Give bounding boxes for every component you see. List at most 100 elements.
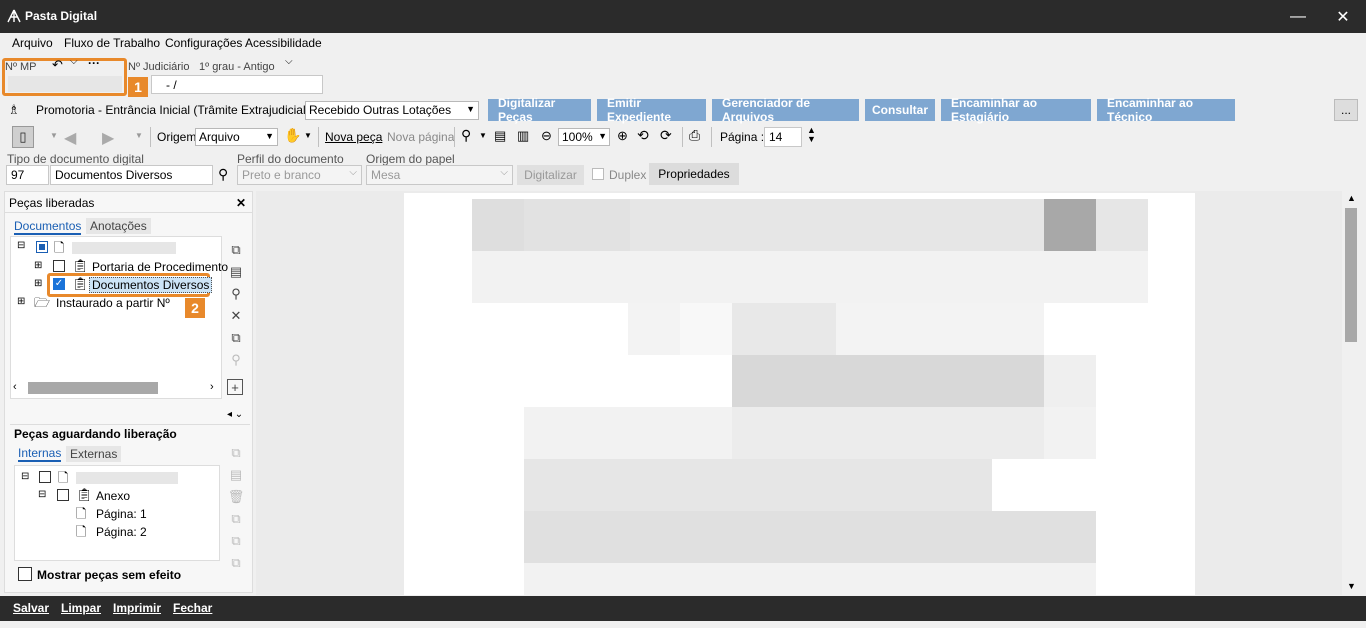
digitalizar-pecas-button[interactable]: Digitalizar Peças	[488, 96, 591, 124]
nmp-value-field[interactable]	[8, 76, 122, 92]
scroll-up-icon[interactable]: ▲	[1347, 193, 1356, 203]
duplex-checkbox[interactable]	[592, 168, 604, 180]
zoom-search-icon[interactable]: ⚲	[461, 127, 471, 144]
tree-action-icon-2[interactable]: ▤	[227, 263, 245, 281]
salvar-button[interactable]: Salvar	[13, 601, 49, 615]
consultar-button[interactable]: Consultar	[865, 99, 935, 121]
more-options-icon[interactable]: ···	[88, 56, 100, 70]
page-view-icon[interactable]: ▯	[12, 126, 34, 148]
minimize-button[interactable]: —	[1275, 0, 1321, 33]
root-checkbox[interactable]	[36, 241, 48, 253]
anexo-checkbox[interactable]	[57, 489, 69, 501]
undo-icon[interactable]: ↶	[52, 57, 63, 73]
tree-item-pagina-2[interactable]: Página: 2	[96, 525, 147, 539]
tree-item-anexo[interactable]: Anexo	[96, 489, 130, 503]
tree-item-pagina-1[interactable]: Página: 1	[96, 507, 147, 521]
tree-expander-instaurado[interactable]: ⊞	[17, 296, 25, 307]
tree-action-icon-3[interactable]: ⚲	[227, 285, 245, 303]
fechar-button[interactable]: Fechar	[173, 601, 212, 615]
tree-expander-root[interactable]: ⊟	[17, 240, 25, 251]
rotate-right-icon[interactable]: ⟳	[660, 127, 672, 144]
tipo-value-field[interactable]: Documentos Diversos	[50, 165, 213, 185]
perfil-dropdown[interactable]: Preto e branco ⌵	[237, 165, 362, 185]
diversos-checkbox[interactable]: ✓	[53, 278, 65, 290]
hand-chevron-icon[interactable]: ▼	[304, 131, 312, 140]
origem-dropdown[interactable]: Arquivo ▼	[195, 128, 278, 146]
scroll-left-icon[interactable]: ‹	[13, 381, 17, 393]
tab-externas[interactable]: Externas	[66, 446, 122, 462]
gerenciador-arquivos-button[interactable]: Gerenciador de Arquivos	[712, 96, 859, 124]
waiting-action-icon-5[interactable]: ⧉	[227, 554, 245, 572]
tree-item-portaria[interactable]: Portaria de Procedimento	[92, 260, 228, 274]
tree-action-icon-6[interactable]: ⚲	[227, 351, 245, 369]
tree-action-icon-4[interactable]: ✕	[227, 307, 245, 325]
next-arrow-icon[interactable]: ▶	[102, 128, 114, 148]
encaminhar-estagiario-button[interactable]: Encaminhar ao Estagiário	[941, 96, 1091, 124]
waiting-expander-anexo[interactable]: ⊟	[38, 489, 46, 500]
page-search-icon[interactable]: ⎙	[689, 127, 700, 144]
tree-item-instaurado[interactable]: Instaurado a partir Nº	[56, 296, 170, 310]
judiciario-field[interactable]: - /	[151, 75, 323, 94]
waiting-expander-root[interactable]: ⊟	[21, 471, 29, 482]
fit-page-icon[interactable]: ▥	[517, 128, 529, 144]
close-window-button[interactable]: ✕	[1320, 0, 1366, 33]
tab-anotacoes[interactable]: Anotações	[86, 218, 151, 234]
rotate-left-icon[interactable]: ⟲	[637, 127, 649, 144]
small-chevron-icon[interactable]: ▼	[50, 131, 58, 140]
digitalizar-button[interactable]: Digitalizar	[517, 165, 584, 185]
folder-icon: 🗁	[34, 295, 51, 310]
tree-action-icon-5[interactable]: ⧉	[227, 329, 245, 347]
limpar-button[interactable]: Limpar	[61, 601, 101, 615]
fit-width-icon[interactable]: ▤	[494, 128, 506, 144]
waiting-root-checkbox[interactable]	[39, 471, 51, 483]
tree-action-icon-1[interactable]: ⧉	[227, 241, 245, 259]
portaria-checkbox[interactable]	[53, 260, 65, 272]
fila-dropdown[interactable]: Recebido Outras Lotações ▼	[305, 101, 479, 120]
mostrar-checkbox[interactable]	[18, 567, 32, 581]
propriedades-button[interactable]: Propriedades	[649, 163, 739, 185]
chevron-down-icon[interactable]: ⌵	[70, 56, 78, 67]
tree-expander-diversos[interactable]: ⊞	[34, 278, 42, 289]
waiting-action-icon-1[interactable]: ⧉	[227, 444, 245, 462]
encaminhar-tecnico-button[interactable]: Encaminhar ao Técnico	[1097, 96, 1235, 124]
previous-arrow-icon[interactable]: ◀	[64, 128, 76, 148]
waiting-action-icon-2[interactable]: ▤	[227, 466, 245, 484]
waiting-action-icon-4[interactable]: ⧉	[227, 532, 245, 550]
tipo-search-icon[interactable]: ⚲	[218, 166, 228, 183]
zoom-in-icon[interactable]: ⊕	[617, 128, 628, 144]
mostrar-label: Mostrar peças sem efeito	[37, 568, 182, 582]
add-icon[interactable]: +	[227, 379, 243, 395]
origem-papel-dropdown[interactable]: Mesa ⌵	[366, 165, 513, 185]
next-chevron-icon[interactable]: ▼	[135, 131, 143, 140]
horizontal-scroll-thumb[interactable]	[28, 382, 158, 394]
page-spinner-icon[interactable]: ▲ ▼	[807, 126, 816, 144]
grau-chevron-icon[interactable]: ⌵	[285, 56, 293, 67]
tree-expander-portaria[interactable]: ⊞	[34, 260, 42, 271]
scroll-right-icon[interactable]: ›	[210, 381, 214, 393]
zoom-chevron-icon[interactable]: ▼	[479, 131, 487, 140]
hand-tool-icon[interactable]: ✋	[284, 127, 301, 144]
more-button[interactable]: ...	[1334, 99, 1358, 121]
emitir-expediente-button[interactable]: Emitir Expediente	[597, 96, 706, 124]
menu-fluxo-de-trabalho[interactable]: Fluxo de Trabalho	[64, 36, 160, 50]
fila-value: Recebido Outras Lotações	[309, 103, 452, 117]
waiting-action-icon-3[interactable]: ⧉	[227, 510, 245, 528]
vertical-scroll-thumb[interactable]	[1345, 208, 1357, 342]
tab-documentos[interactable]: Documentos	[14, 219, 82, 235]
zoom-dropdown[interactable]: 100% ▼	[558, 128, 610, 146]
menu-configuracoes[interactable]: Configurações	[165, 36, 242, 50]
left-panel-close-icon[interactable]: ✕	[236, 196, 246, 210]
tab-internas[interactable]: Internas	[18, 446, 62, 462]
menu-arquivo[interactable]: Arquivo	[12, 36, 53, 50]
waiting-trash-icon[interactable]: 🗑︎	[227, 488, 245, 506]
imprimir-button[interactable]: Imprimir	[113, 601, 161, 615]
nova-pagina-button[interactable]: Nova página	[387, 130, 454, 144]
collapse-icon[interactable]: ◂ ⌄	[227, 409, 243, 420]
tipo-code-field[interactable]: 97	[6, 165, 49, 185]
zoom-out-icon[interactable]: ⊖	[541, 128, 552, 144]
scroll-down-icon[interactable]: ▼	[1347, 581, 1356, 591]
menu-acessibilidade[interactable]: Acessibilidade	[245, 36, 322, 50]
nova-peca-button[interactable]: Nova peça	[325, 130, 382, 144]
pagina-input[interactable]: 14	[764, 127, 802, 147]
tree-item-documentos-diversos[interactable]: Documentos Diversos	[89, 277, 213, 293]
